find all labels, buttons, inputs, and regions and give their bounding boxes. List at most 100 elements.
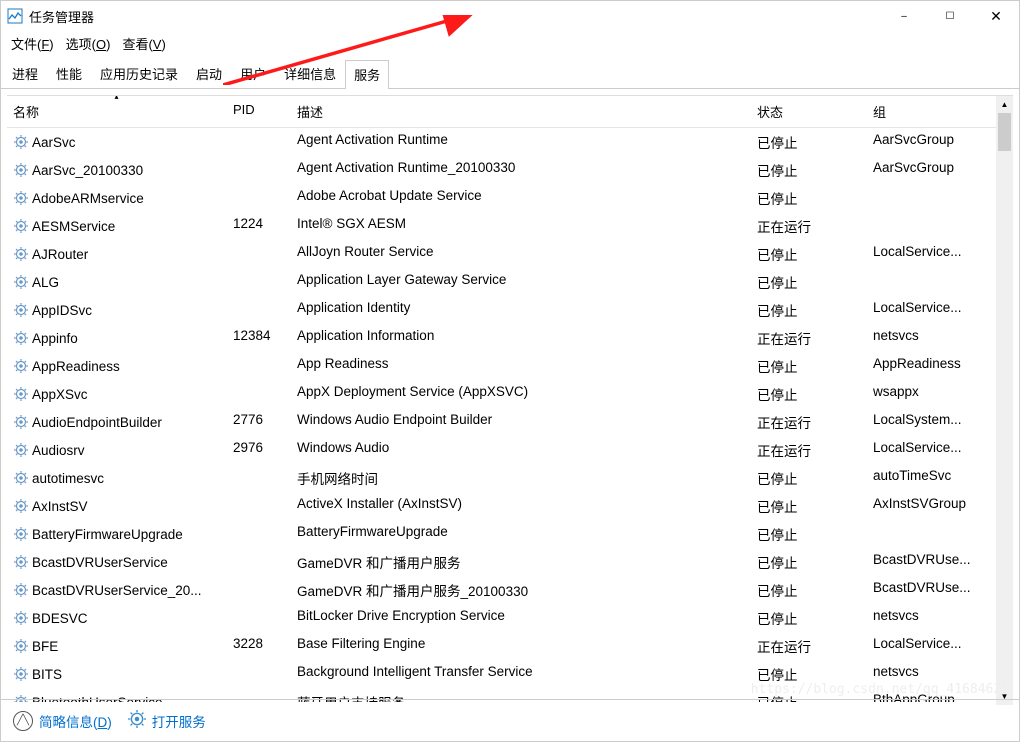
table-row[interactable]: AESMService1224Intel® SGX AESM正在运行 <box>7 212 1013 240</box>
titlebar: 任务管理器 – ☐ ✕ <box>1 1 1019 31</box>
watermark: https://blog.csdn.net/qq_41684621 <box>751 682 1009 697</box>
table-row[interactable]: AdobeARMservice Adobe Acrobat Update Serv… <box>7 184 1013 212</box>
column-name-label: 名称 <box>13 102 39 121</box>
service-desc: Application Information <box>291 326 751 350</box>
window-controls: – ☐ ✕ <box>881 1 1019 31</box>
table-row[interactable]: AudioEndpointBuilder2776Windows Audio En… <box>7 408 1013 436</box>
service-desc: Windows Audio Endpoint Builder <box>291 410 751 434</box>
tab-processes[interactable]: 进程 <box>3 59 47 88</box>
content-area: 名称 ▴ PID 描述 状态 组 AarSvcAgent Activation … <box>7 95 1013 705</box>
minimize-button[interactable]: – <box>881 1 927 31</box>
service-state: 已停止 <box>751 578 867 602</box>
table-row[interactable]: AppXSvcAppX Deployment Service (AppXSVC)… <box>7 380 1013 408</box>
service-group: autoTimeSvc <box>867 466 995 490</box>
service-state: 已停止 <box>751 298 867 322</box>
table-row[interactable]: BcastDVRUserService_20...GameDVR 和广播用户服务… <box>7 576 1013 604</box>
service-desc: Adobe Acrobat Update Service <box>291 186 751 210</box>
menu-view[interactable]: 查看(V) <box>122 34 165 53</box>
service-group: AxInstSVGroup <box>867 494 995 518</box>
service-name: autotimesvc <box>32 471 104 486</box>
scroll-up-button[interactable]: ▲ <box>996 96 1013 113</box>
column-group[interactable]: 组 <box>867 96 995 127</box>
tab-details[interactable]: 详细信息 <box>275 59 345 88</box>
fewer-details-label: 简略信息(D) <box>39 711 112 731</box>
service-gear-icon <box>13 330 29 346</box>
service-name: BcastDVRUserService <box>32 555 168 570</box>
service-desc: 手机网络时间 <box>291 466 751 490</box>
service-gear-icon <box>13 498 29 514</box>
service-pid <box>227 298 291 322</box>
table-row[interactable]: BFE3228Base Filtering Engine正在运行LocalSer… <box>7 632 1013 660</box>
tab-performance[interactable]: 性能 <box>47 59 91 88</box>
service-state: 已停止 <box>751 270 867 294</box>
tab-apphistory[interactable]: 应用历史记录 <box>91 59 187 88</box>
table-row[interactable]: AJRouterAllJoyn Router Service已停止LocalSe… <box>7 240 1013 268</box>
table-row[interactable]: BDESVC BitLocker Drive Encryption Service… <box>7 604 1013 632</box>
service-gear-icon <box>13 246 29 262</box>
service-group: BcastDVRUse... <box>867 578 995 602</box>
table-row[interactable]: Audiosrv2976Windows Audio正在运行LocalServic… <box>7 436 1013 464</box>
tab-services[interactable]: 服务 <box>345 60 389 89</box>
service-gear-icon <box>13 638 29 654</box>
service-name: BDESVC <box>32 611 88 626</box>
tab-startup[interactable]: 启动 <box>187 59 231 88</box>
service-desc: ActiveX Installer (AxInstSV) <box>291 494 751 518</box>
table-row[interactable]: BcastDVRUserServiceGameDVR 和广播用户服务已停止Bca… <box>7 548 1013 576</box>
service-desc: BatteryFirmwareUpgrade <box>291 522 751 546</box>
service-group: LocalService... <box>867 438 995 462</box>
service-state: 已停止 <box>751 158 867 182</box>
scrollbar-thumb[interactable] <box>998 113 1011 151</box>
service-gear-icon <box>13 414 29 430</box>
service-gear-icon <box>13 274 29 290</box>
vertical-scrollbar[interactable]: ▲ ▼ <box>996 96 1013 705</box>
app-icon <box>7 8 23 24</box>
table-row[interactable]: autotimesvc手机网络时间已停止autoTimeSvc <box>7 464 1013 492</box>
service-pid <box>227 578 291 602</box>
table-row[interactable]: AxInstSVActiveX Installer (AxInstSV)已停止A… <box>7 492 1013 520</box>
service-name: AJRouter <box>32 247 88 262</box>
service-desc: Background Intelligent Transfer Service <box>291 662 751 686</box>
column-name[interactable]: 名称 ▴ <box>7 96 227 127</box>
service-pid: 1224 <box>227 214 291 238</box>
service-pid: 12384 <box>227 326 291 350</box>
column-state[interactable]: 状态 <box>751 96 867 127</box>
table-row[interactable]: ALGApplication Layer Gateway Service已停止 <box>7 268 1013 296</box>
menubar: 文件(F) 选项(O) 查看(V) <box>1 31 1019 59</box>
service-gear-icon <box>13 162 29 178</box>
service-state: 正在运行 <box>751 438 867 462</box>
service-group: wsappx <box>867 382 995 406</box>
menu-file[interactable]: 文件(F) <box>11 34 54 53</box>
table-row[interactable]: BatteryFirmwareUpgrade BatteryFirmwareUpg… <box>7 520 1013 548</box>
open-services-button[interactable]: 打开服务 <box>128 710 206 731</box>
scrollbar-track[interactable] <box>996 113 1013 688</box>
close-button[interactable]: ✕ <box>973 1 1019 31</box>
service-state: 已停止 <box>751 186 867 210</box>
fewer-details-button[interactable]: ╱╲ 简略信息(D) <box>13 711 112 731</box>
service-gear-icon <box>13 470 29 486</box>
service-desc: Application Identity <box>291 298 751 322</box>
column-headers: 名称 ▴ PID 描述 状态 组 <box>7 96 1013 128</box>
service-state: 正在运行 <box>751 634 867 658</box>
column-desc[interactable]: 描述 <box>291 96 751 127</box>
service-desc: BitLocker Drive Encryption Service <box>291 606 751 630</box>
service-name: AdobeARMservice <box>32 191 144 206</box>
table-row[interactable]: AarSvc_20100330Agent Activation Runtime_… <box>7 156 1013 184</box>
service-pid <box>227 242 291 266</box>
service-group: LocalService... <box>867 298 995 322</box>
services-icon <box>128 710 146 731</box>
table-row[interactable]: AarSvcAgent Activation Runtime已停止AarSvcG… <box>7 128 1013 156</box>
table-row[interactable]: AppIDSvcApplication Identity已停止LocalServ… <box>7 296 1013 324</box>
service-gear-icon <box>13 302 29 318</box>
service-name: AarSvc <box>32 135 76 150</box>
service-name: BatteryFirmwareUpgrade <box>32 527 183 542</box>
service-desc: Base Filtering Engine <box>291 634 751 658</box>
table-row[interactable]: Appinfo12384Application Information正在运行n… <box>7 324 1013 352</box>
maximize-button[interactable]: ☐ <box>927 1 973 31</box>
table-row[interactable]: AppReadinessApp Readiness已停止AppReadiness <box>7 352 1013 380</box>
service-gear-icon <box>13 134 29 150</box>
column-pid[interactable]: PID <box>227 96 291 127</box>
service-pid <box>227 466 291 490</box>
menu-options[interactable]: 选项(O) <box>66 34 111 53</box>
service-name: BcastDVRUserService_20... <box>32 583 202 598</box>
tab-users[interactable]: 用户 <box>231 59 275 88</box>
